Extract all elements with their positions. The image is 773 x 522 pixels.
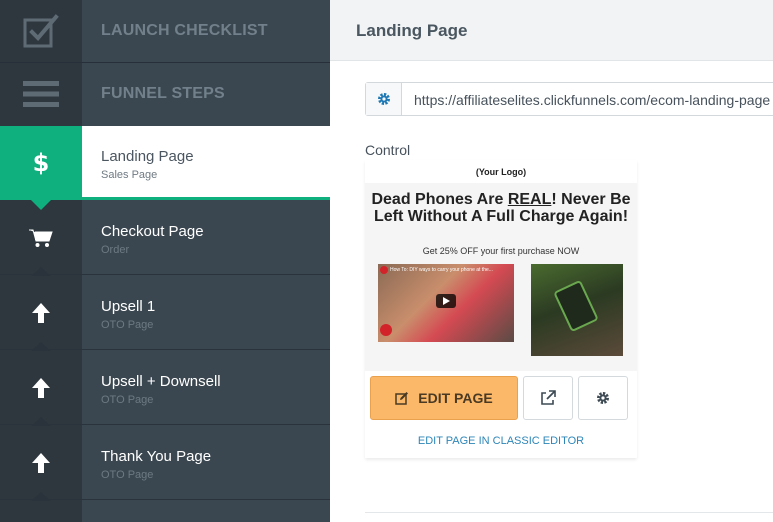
step-title: Thank You Page	[101, 448, 212, 465]
card-actions: EDIT PAGE EDIT PAGE IN CLASSIC EDITOR	[365, 371, 637, 458]
edit-icon	[395, 392, 409, 405]
url-text[interactable]: https://affiliateselites.clickfunnels.co…	[414, 92, 770, 108]
external-link-icon	[541, 390, 556, 405]
cnet-logo	[380, 324, 392, 336]
sidebar: LAUNCH CHECKLIST FUNNEL STEPS $ Landing …	[0, 0, 330, 522]
step-subtitle: OTO Page	[101, 319, 154, 331]
page-card: (Your Logo) Dead Phones Are REAL! Never …	[365, 160, 637, 458]
divider	[365, 512, 773, 513]
step-upsell-downsell[interactable]: Upsell + Downsell OTO Page	[0, 351, 330, 426]
edit-page-button[interactable]: EDIT PAGE	[370, 376, 518, 420]
classic-editor-link[interactable]: EDIT PAGE IN CLASSIC EDITOR	[365, 435, 637, 447]
preview-headline: Dead Phones Are REAL! Never Be Left With…	[371, 191, 631, 225]
video-title: How To: DIY ways to carry your phone at …	[390, 267, 493, 273]
step-notch	[31, 342, 51, 351]
step-checkout-page[interactable]: Checkout Page Order	[0, 201, 330, 276]
step-upsell-1[interactable]: Upsell 1 OTO Page	[0, 276, 330, 351]
preview-logo: (Your Logo)	[475, 167, 527, 177]
step-notch	[31, 267, 51, 276]
step-landing-page[interactable]: $ Landing Page Sales Page	[0, 126, 330, 210]
launch-checklist-section[interactable]: LAUNCH CHECKLIST	[0, 0, 330, 62]
play-icon	[436, 294, 456, 308]
arrow-up-icon	[0, 426, 82, 500]
active-indicator	[82, 197, 330, 200]
variant-label: Control	[365, 142, 411, 158]
url-settings-button[interactable]	[366, 83, 402, 115]
step-subtitle: OTO Page	[101, 394, 154, 406]
step-thank-you-page[interactable]: Thank You Page OTO Page	[0, 426, 330, 501]
active-arrow	[31, 200, 51, 210]
funnel-steps-label: FUNNEL STEPS	[101, 85, 225, 102]
page-title: Landing Page	[356, 21, 468, 40]
step-subtitle: OTO Page	[101, 469, 154, 481]
header: Landing Page	[330, 0, 773, 61]
open-page-button[interactable]	[523, 376, 573, 420]
step-title: Checkout Page	[101, 223, 204, 240]
cart-icon	[0, 201, 82, 275]
hamburger-icon	[0, 63, 82, 125]
step-subtitle: Order	[101, 244, 130, 256]
step-subtitle: Sales Page	[101, 169, 158, 181]
step-title: Upsell + Downsell	[101, 373, 221, 390]
step-title: Landing Page	[101, 148, 194, 165]
step-title: Upsell 1	[101, 298, 156, 315]
preview-product-image	[531, 264, 623, 356]
funnel-steps-section[interactable]: FUNNEL STEPS	[0, 63, 330, 125]
step-notch	[31, 492, 51, 501]
arrow-up-icon	[0, 276, 82, 350]
checkbox-icon	[0, 0, 82, 62]
gear-icon	[377, 93, 390, 105]
phone-image	[553, 279, 599, 333]
preview-video: How To: DIY ways to carry your phone at …	[378, 264, 514, 342]
preview-subheadline: Get 25% OFF your first purchase NOW	[422, 246, 580, 256]
main-panel: Landing Page https://affiliateselites.cl…	[330, 0, 773, 522]
arrow-up-icon	[0, 351, 82, 425]
dollar-icon: $	[0, 126, 82, 200]
channel-icon	[380, 266, 388, 274]
step-notch	[31, 417, 51, 426]
page-preview-thumbnail[interactable]: (Your Logo) Dead Phones Are REAL! Never …	[365, 160, 637, 371]
edit-page-label: EDIT PAGE	[418, 390, 493, 406]
url-bar[interactable]: https://affiliateselites.clickfunnels.co…	[365, 82, 773, 116]
gear-icon	[597, 392, 609, 404]
launch-checklist-label: LAUNCH CHECKLIST	[101, 22, 268, 39]
page-settings-button[interactable]	[578, 376, 628, 420]
